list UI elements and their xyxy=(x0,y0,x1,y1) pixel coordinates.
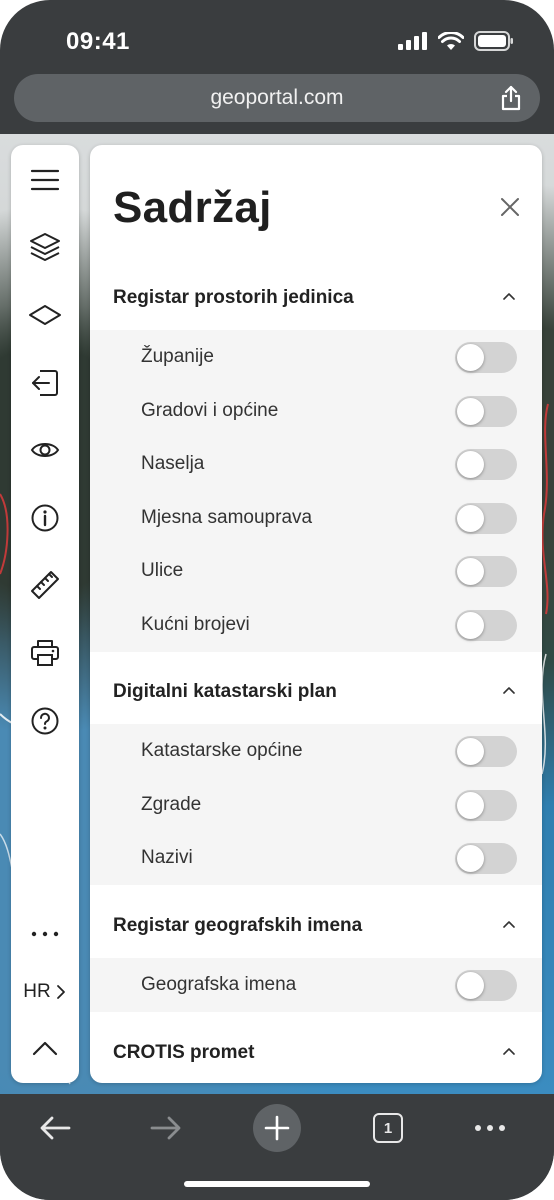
layer-label: Katastarske općine xyxy=(141,740,303,761)
layers-icon xyxy=(30,233,60,261)
url-text: geoportal.com xyxy=(210,86,344,109)
layer-toggle[interactable] xyxy=(455,970,517,1001)
content-panel: Sadržaj Registar prostorih jedinica Župa… xyxy=(90,145,542,1083)
info-icon xyxy=(31,504,59,532)
layer-label: Nazivi xyxy=(141,847,193,869)
chevron-right-icon xyxy=(56,985,65,999)
clock: 09:41 xyxy=(66,28,130,55)
hamburger-icon xyxy=(30,169,60,191)
section-items: Katastarske općine Zgrade Nazivi xyxy=(90,724,542,885)
browser-menu-button[interactable] xyxy=(466,1104,514,1152)
diamond-layer-icon xyxy=(29,305,61,325)
signal-icon xyxy=(398,32,427,50)
more-dots-icon xyxy=(31,931,59,937)
section-header[interactable]: Digitalni katastarski plan xyxy=(90,664,542,720)
chevron-up-icon[interactable] xyxy=(502,919,516,929)
help-button[interactable] xyxy=(11,697,79,745)
forward-button[interactable] xyxy=(142,1104,190,1152)
more-horizontal-icon xyxy=(475,1125,505,1131)
plus-icon xyxy=(264,1115,290,1141)
chevron-up-icon[interactable] xyxy=(502,685,516,695)
new-tab-button[interactable] xyxy=(253,1104,301,1152)
layer-label: Ulice xyxy=(141,560,184,582)
section-header[interactable]: Registar prostorih jedinica xyxy=(90,270,542,326)
status-bar: 09:41 xyxy=(0,0,554,72)
layer-toggle[interactable] xyxy=(455,843,517,875)
layer-label: Naselja xyxy=(141,453,205,475)
layer-label: Geografska imena xyxy=(141,974,297,995)
layers-button[interactable] xyxy=(11,223,79,271)
layer-label: Zgrade xyxy=(141,793,202,815)
collapse-toolbar-button[interactable] xyxy=(11,1024,79,1072)
layer-label: Županije xyxy=(141,346,214,367)
layer-row: Naselja xyxy=(90,437,542,491)
layer-toggle[interactable] xyxy=(455,342,517,373)
layer-label: Mjesna samouprava xyxy=(141,506,313,528)
help-icon xyxy=(31,707,59,735)
layer-row: Gradovi i općine xyxy=(90,384,542,438)
status-icons xyxy=(398,31,514,51)
back-button[interactable] xyxy=(31,1104,79,1152)
wifi-icon xyxy=(438,31,464,50)
tabs-button[interactable]: 1 xyxy=(364,1104,412,1152)
layer-toggle[interactable] xyxy=(455,502,517,534)
chevron-up-icon[interactable] xyxy=(502,291,516,301)
layer-row: Kućni brojevi xyxy=(90,598,542,652)
arrow-right-icon xyxy=(150,1116,181,1140)
menu-button[interactable] xyxy=(11,156,79,204)
layer-toggle[interactable] xyxy=(455,449,517,481)
arrow-left-icon xyxy=(40,1116,71,1140)
section-title: Digitalni katastarski plan xyxy=(113,681,337,702)
share-icon[interactable] xyxy=(500,85,522,111)
panel-title: Sadržaj xyxy=(113,183,272,232)
layer-label: Kućni brojevi xyxy=(141,613,250,635)
login-arrow-icon xyxy=(32,370,58,396)
close-icon[interactable] xyxy=(498,195,522,219)
home-indicator[interactable] xyxy=(184,1181,370,1187)
layer-row: Mjesna samouprava xyxy=(90,491,542,545)
print-button[interactable] xyxy=(11,629,79,677)
layer-row: Zgrade xyxy=(90,778,542,832)
info-button[interactable] xyxy=(11,494,79,542)
layer-row: Katastarske općine xyxy=(90,724,542,778)
layer-row: Nazivi xyxy=(90,831,542,885)
layer-label: Gradovi i općine xyxy=(141,399,279,421)
more-button[interactable] xyxy=(11,910,79,958)
tab-count: 1 xyxy=(383,1119,393,1137)
section-header[interactable]: CROTIS promet xyxy=(90,1025,542,1081)
section-title: Registar prostorih jedinica xyxy=(113,287,354,308)
import-button[interactable] xyxy=(11,359,79,407)
visibility-button[interactable] xyxy=(11,426,79,474)
layer-row: Ulice xyxy=(90,544,542,598)
layer-toggle[interactable] xyxy=(455,609,517,641)
map-toolbar: HR xyxy=(11,145,79,1083)
section-items: Županije Gradovi i općine Naselja Mjesna… xyxy=(90,330,542,652)
measure-button[interactable] xyxy=(11,561,79,609)
battery-icon xyxy=(474,31,513,51)
language-label: HR xyxy=(23,981,51,1002)
layer-row: Županije xyxy=(90,330,542,384)
layer-toggle[interactable] xyxy=(455,789,517,821)
ruler-icon xyxy=(31,571,59,599)
tab-count-box: 1 xyxy=(373,1113,403,1143)
section-title: CROTIS promet xyxy=(113,1042,255,1063)
layer-toggle[interactable] xyxy=(455,736,517,767)
layer-row: Geografska imena xyxy=(90,958,542,1012)
chevron-up-icon xyxy=(32,1041,58,1056)
address-bar[interactable]: geoportal.com xyxy=(14,74,540,122)
layer-toggle[interactable] xyxy=(455,395,517,427)
language-button[interactable]: HR xyxy=(11,968,79,1016)
basemap-button[interactable] xyxy=(11,291,79,339)
section-header[interactable]: Registar geografskih imena xyxy=(90,898,542,954)
phone-frame: 09:41 geoportal.com HR Sadržaj Registar … xyxy=(0,0,554,1200)
printer-icon xyxy=(31,640,59,666)
chevron-up-icon[interactable] xyxy=(502,1046,516,1056)
section-items: Geografska imena xyxy=(90,958,542,1012)
layer-toggle[interactable] xyxy=(455,556,517,588)
section-title: Registar geografskih imena xyxy=(113,915,363,936)
eye-icon xyxy=(30,443,60,457)
